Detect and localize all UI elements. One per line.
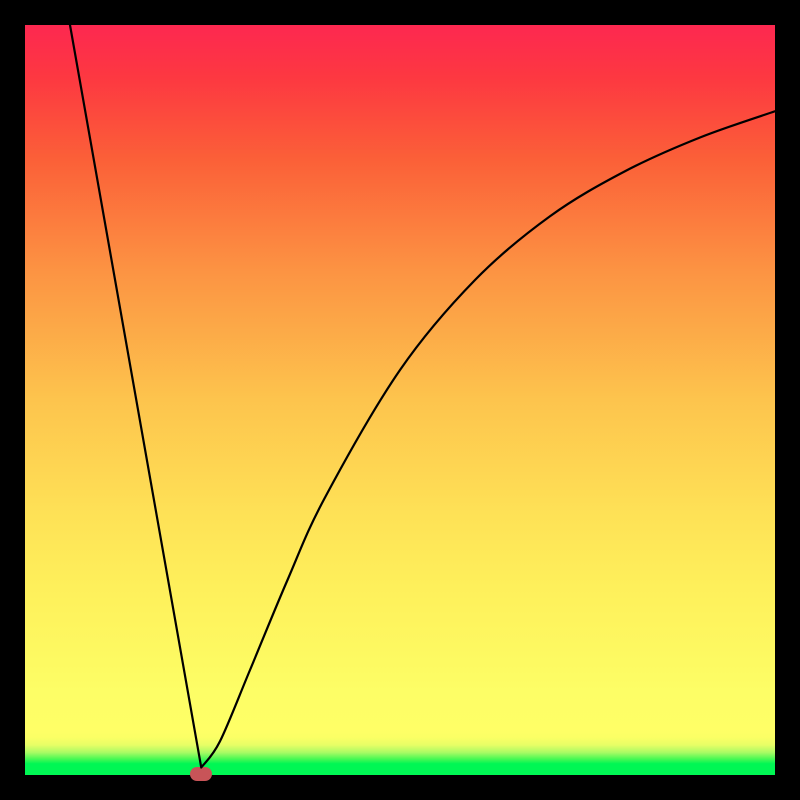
- watermark-text: TheBottleneck.com: [602, 3, 790, 29]
- curve-path: [70, 25, 775, 768]
- bottleneck-curve: [25, 25, 775, 775]
- plot-area: [25, 25, 775, 775]
- chart-container: TheBottleneck.com: [0, 0, 800, 800]
